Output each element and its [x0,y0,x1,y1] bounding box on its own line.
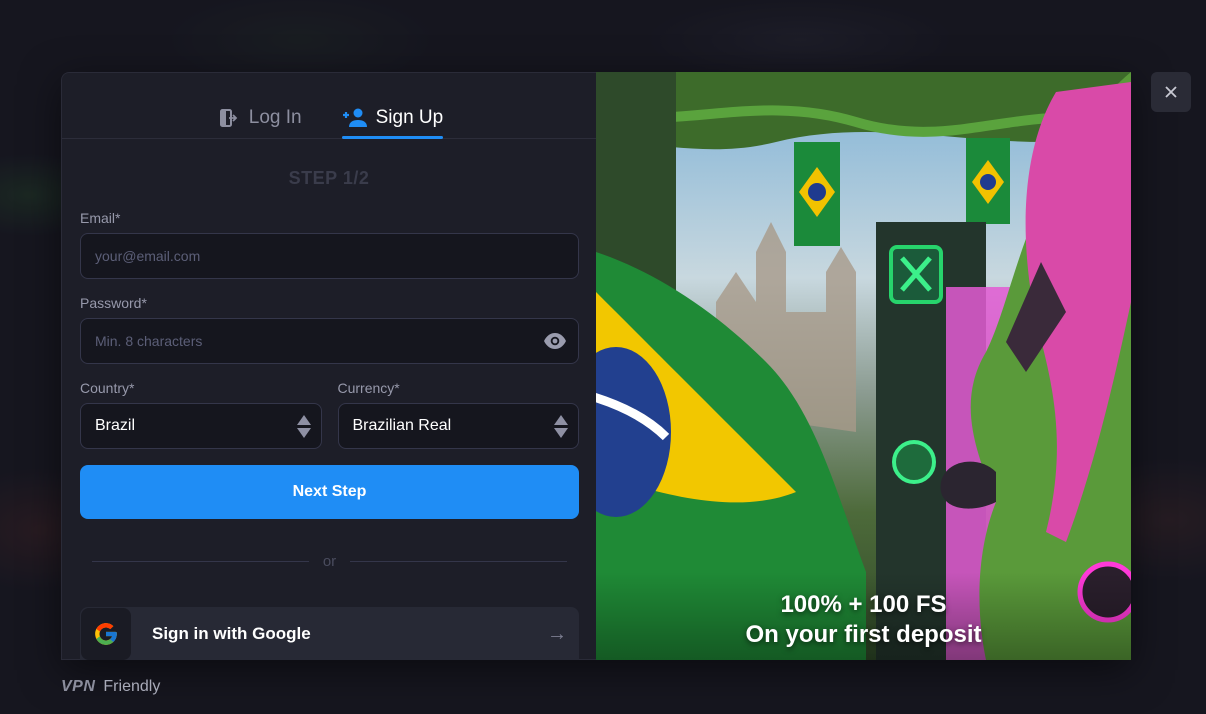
eye-icon[interactable] [543,330,567,352]
arrow-right-icon: → [547,622,567,645]
email-input[interactable] [80,233,579,279]
promo-banner: 100% + 100 FS On your first deposit [596,72,1131,660]
promo-artwork [596,72,1131,660]
close-icon [1165,86,1177,98]
select-arrows-icon [296,414,311,438]
close-button[interactable] [1151,72,1191,112]
add-user-icon [342,107,368,129]
divider-line [350,561,567,562]
signup-modal: Log In Sign Up STEP 1/2 Email* Password* [61,72,1131,660]
currency-value: Brazilian Real [352,417,452,434]
google-signin-label: Sign in with Google [152,624,311,643]
promo-subline: On your first deposit [745,621,982,648]
country-label: Country* [80,380,135,396]
next-step-button[interactable]: Next Step [80,465,579,519]
auth-tabs: Log In Sign Up [62,73,596,139]
country-value: Brazil [95,417,136,434]
currency-select[interactable]: Brazilian Real [337,403,579,449]
tab-login[interactable]: Log In [215,73,302,138]
divider-text: or [322,553,337,570]
form-panel: Log In Sign Up STEP 1/2 Email* Password* [61,72,596,660]
select-arrows-icon [554,414,568,438]
promo-headline: 100% + 100 FS [780,591,947,618]
vpn-friendly-badge: VPN Friendly [61,678,160,696]
vpn-logo: VPN [61,678,96,695]
google-logo-icon [81,608,131,660]
step-indicator: STEP 1/2 [288,168,370,188]
email-label: Email* [80,210,121,226]
password-label: Password* [80,295,147,311]
currency-label: Currency* [337,380,400,396]
login-door-icon [215,107,241,129]
country-select[interactable]: Brazil [80,403,322,449]
or-divider: or [92,553,567,570]
tab-login-label: Log In [248,106,302,128]
google-signin-button[interactable]: Sign in with Google → [80,607,579,660]
password-input[interactable] [80,318,579,364]
divider-line [92,561,309,562]
promo-text: 100% + 100 FS On your first deposit [596,590,1131,650]
vpn-friendly-label: Friendly [103,678,161,695]
password-group: Password* [80,295,579,364]
tab-signup[interactable]: Sign Up [341,73,444,139]
tab-signup-label: Sign Up [375,106,444,128]
country-currency-row: Country* Brazil Currency* Brazilian Real [80,380,579,449]
email-group: Email* [80,210,579,279]
password-wrapper [80,318,579,364]
